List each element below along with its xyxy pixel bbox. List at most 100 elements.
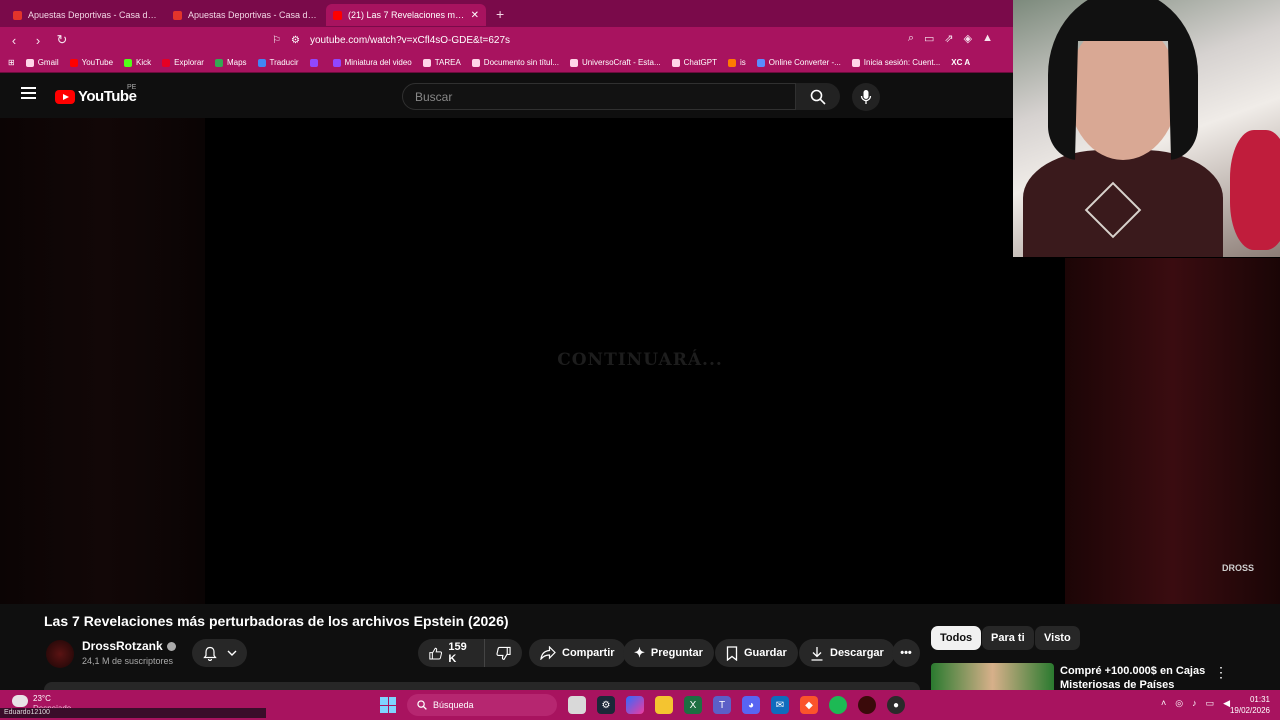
bookmark-item[interactable]: Maps: [214, 58, 247, 67]
volume-icon[interactable]: ◀: [1223, 698, 1230, 709]
taskbar-search[interactable]: Búsqueda: [407, 694, 557, 716]
url-field[interactable]: ⚐ ⚙ youtube.com/watch?v=xCfl4sO-GDE&t=62…: [272, 30, 892, 50]
pinterest-icon: [162, 58, 171, 67]
task-view-icon[interactable]: [568, 696, 586, 714]
video-title: Las 7 Revelaciones más perturbadoras de …: [44, 613, 509, 629]
notification-button[interactable]: [192, 639, 247, 667]
chip-todos[interactable]: Todos: [931, 626, 982, 650]
windows-start-icon[interactable]: [380, 697, 396, 713]
browser-tab[interactable]: Apuestas Deportivas - Casa de Apuestas: [166, 4, 326, 26]
bookmark-icon[interactable]: ⚐: [272, 35, 281, 46]
dislike-button[interactable]: [484, 639, 522, 667]
ambient-glow-left: [0, 118, 205, 604]
steam-icon[interactable]: ⚙: [597, 696, 615, 714]
share-icon[interactable]: ⇗: [944, 32, 953, 45]
video-details: Las 7 Revelaciones más perturbadoras de …: [0, 604, 1280, 691]
bookmark-item[interactable]: YouTube: [69, 58, 113, 67]
temperature: 23°C: [33, 694, 51, 703]
recommendation-title[interactable]: Compré +100.000$ en Cajas Misteriosas de…: [1060, 664, 1210, 691]
bookmark-item[interactable]: ChatGPT: [671, 58, 717, 67]
search-button[interactable]: [796, 83, 840, 110]
browser-tab[interactable]: Apuestas Deportivas - Casa de Apuestas: [6, 4, 166, 26]
bookmark-item[interactable]: Explorar: [162, 58, 204, 67]
chevron-up-icon[interactable]: ˄: [1161, 698, 1166, 709]
copilot-icon[interactable]: [626, 696, 644, 714]
video-overlay-text: CONTINUARÁ...: [557, 350, 723, 370]
channel-watermark[interactable]: DROSS: [1222, 564, 1254, 573]
google-icon: [471, 58, 480, 67]
site-favicon-icon: [173, 10, 182, 20]
bookmark-item[interactable]: [309, 58, 322, 67]
reload-button[interactable]: ↻: [52, 32, 72, 48]
chevron-down-icon: [227, 650, 236, 656]
channel-name[interactable]: DrossRotzank: [82, 639, 176, 653]
brave-browser-icon[interactable]: ◆: [800, 696, 818, 714]
chip-visto[interactable]: Visto: [1035, 626, 1080, 650]
bookmark-item[interactable]: TAREA: [422, 58, 461, 67]
bookmark-item[interactable]: Inicia sesión: Cuent...: [851, 58, 940, 67]
converter-icon: [756, 58, 765, 67]
youtube-header: YouTube PE Buscar: [0, 73, 1013, 118]
zoom-icon[interactable]: ⌕: [908, 32, 914, 45]
webcam-overlay: [1013, 0, 1280, 257]
bookmark-item[interactable]: Gmail: [25, 58, 59, 67]
bookmark-item[interactable]: Traducir: [257, 58, 299, 67]
search-icon: [810, 89, 826, 105]
save-button[interactable]: Guardar: [715, 639, 798, 667]
bookmarks-bar: ⊞ Gmail YouTube Kick Explorar Maps Tradu…: [0, 53, 1013, 73]
description-box[interactable]: [44, 682, 920, 690]
download-button[interactable]: Descargar: [799, 639, 895, 667]
bookmark-item[interactable]: Kick: [124, 58, 151, 67]
display-icon[interactable]: ▭: [1206, 698, 1215, 709]
site-favicon-icon: [13, 10, 22, 20]
teams-icon[interactable]: T: [713, 696, 731, 714]
ask-button[interactable]: ✦ Preguntar: [623, 639, 714, 667]
microphone-icon[interactable]: ♪: [1192, 698, 1197, 709]
file-explorer-icon[interactable]: [655, 696, 673, 714]
share-button[interactable]: Compartir: [529, 639, 626, 667]
menu-icon[interactable]: [21, 87, 36, 99]
channel-avatar[interactable]: [46, 640, 74, 668]
new-tab-button[interactable]: +: [496, 6, 504, 22]
back-button[interactable]: ‹: [4, 33, 24, 48]
rewards-icon[interactable]: ▲: [982, 32, 993, 45]
bookmark-item[interactable]: UniversoCraft - Esta...: [569, 58, 661, 67]
browser-tab-bar: Apuestas Deportivas - Casa de Apuestas A…: [0, 0, 1013, 27]
bookmark-item[interactable]: Online Converter -...: [756, 58, 841, 67]
sparkle-icon: ✦: [634, 645, 645, 660]
bookmark-item[interactable]: Documento sin títul...: [471, 58, 559, 67]
more-vertical-icon[interactable]: ⋮: [1214, 664, 1228, 681]
obs-icon[interactable]: ●: [887, 696, 905, 714]
twitch-icon: [332, 58, 341, 67]
excel-icon[interactable]: X: [684, 696, 702, 714]
search-input[interactable]: Buscar: [402, 83, 796, 110]
taskbar-clock[interactable]: 01:31 19/02/2026: [1230, 694, 1270, 716]
clock-time: 01:31: [1249, 695, 1270, 704]
cast-icon[interactable]: ▭: [924, 32, 934, 45]
bookmark-item[interactable]: is: [727, 58, 746, 67]
more-actions-button[interactable]: •••: [892, 639, 920, 667]
kick-icon: [124, 58, 133, 67]
apps-grid-icon[interactable]: ⊞: [8, 58, 15, 67]
voice-search-button[interactable]: [852, 83, 880, 111]
discord-icon[interactable]: ◕: [742, 696, 760, 714]
mail-icon[interactable]: ✉: [771, 696, 789, 714]
site-info-icon[interactable]: ⚙: [291, 35, 300, 46]
app-icon[interactable]: [858, 696, 876, 714]
network-icon[interactable]: ◎: [1175, 698, 1183, 709]
youtube-logo[interactable]: YouTube PE: [55, 84, 137, 105]
brave-shield-icon[interactable]: ◈: [964, 32, 972, 45]
like-button[interactable]: 159 K: [418, 639, 484, 667]
spotify-icon[interactable]: [829, 696, 847, 714]
bookmark-item[interactable]: Miniatura del video: [332, 58, 412, 67]
shield-icon: [727, 58, 736, 67]
chip-para-ti[interactable]: Para ti: [982, 626, 1034, 650]
recommendation-thumbnail[interactable]: [931, 663, 1054, 690]
close-tab-icon[interactable]: ✕: [471, 10, 479, 21]
chatgpt-icon: [671, 58, 680, 67]
browser-tab-active[interactable]: (21) Las 7 Revelaciones más perturbadora…: [326, 4, 486, 26]
tab-title: (21) Las 7 Revelaciones más perturbadora…: [348, 10, 465, 20]
forward-button[interactable]: ›: [28, 33, 48, 48]
bookmark-item[interactable]: XC A: [951, 58, 970, 67]
address-bar: ‹ › ↻ ⚐ ⚙ youtube.com/watch?v=xCfl4sO-GD…: [0, 27, 1013, 53]
